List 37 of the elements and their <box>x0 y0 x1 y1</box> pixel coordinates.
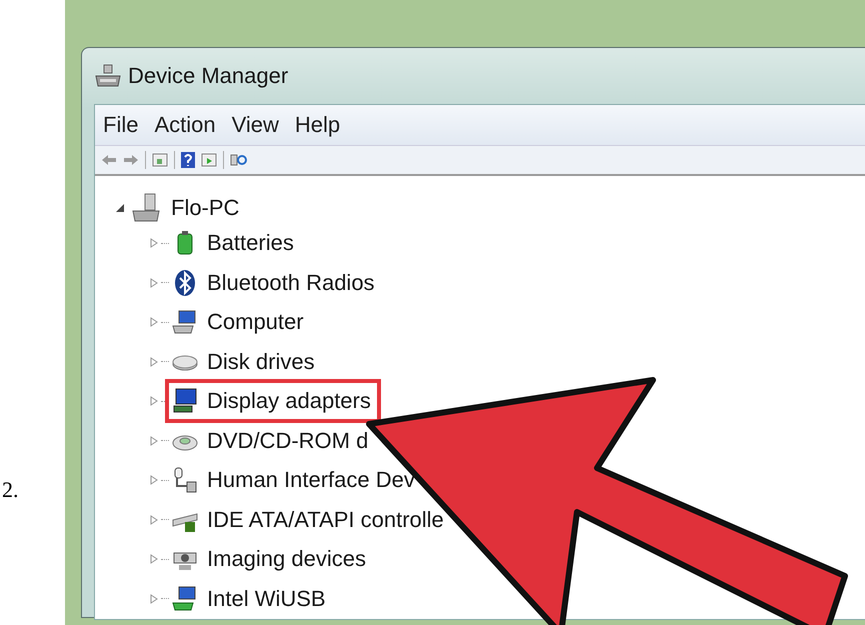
expand-toggle[interactable] <box>149 317 159 328</box>
scan-icon[interactable] <box>230 152 248 168</box>
display-icon <box>171 387 199 416</box>
back-icon[interactable] <box>101 154 117 166</box>
help-icon[interactable] <box>181 152 195 168</box>
expand-toggle[interactable] <box>149 475 159 486</box>
computer-icon <box>131 192 161 223</box>
menu-item[interactable]: File <box>103 112 138 138</box>
expand-toggle[interactable] <box>149 436 159 446</box>
expand-toggle[interactable] <box>149 278 159 288</box>
expand-toggle[interactable] <box>149 238 159 248</box>
step-number: 2. <box>2 477 18 503</box>
tree-item[interactable]: DVD/CD-ROM d <box>207 428 368 454</box>
expand-toggle[interactable] <box>149 356 159 367</box>
expand-toggle[interactable] <box>149 554 159 564</box>
tree-item[interactable]: Flo-PC <box>171 194 240 221</box>
tree-item[interactable]: Batteries <box>207 230 294 256</box>
panel-icon[interactable] <box>152 153 168 167</box>
window-title: Device Manager <box>128 63 288 89</box>
tree-item[interactable]: Human Interface Dev <box>207 467 415 494</box>
panel-icon[interactable] <box>201 153 217 167</box>
tree-item[interactable]: Computer <box>207 309 304 336</box>
tree-item[interactable]: Disk drives <box>207 348 315 375</box>
forward-icon[interactable] <box>123 154 139 166</box>
tree-item[interactable]: Display adapters <box>207 388 371 414</box>
expand-toggle[interactable] <box>149 396 159 406</box>
tree-item[interactable]: Imaging devices <box>207 546 366 572</box>
expand-toggle[interactable] <box>115 202 125 213</box>
tree-item[interactable]: IDE ATA/ATAPI controlle <box>207 506 444 533</box>
tree-item[interactable]: Bluetooth Radios <box>207 270 375 296</box>
expand-toggle[interactable] <box>149 594 159 604</box>
tree-item[interactable]: Intel WiUSB <box>207 586 326 612</box>
menu-item[interactable]: Help <box>294 112 340 138</box>
menu-item[interactable]: Action <box>154 112 216 138</box>
expand-toggle[interactable] <box>149 514 159 525</box>
menu-item[interactable]: View <box>232 112 279 138</box>
device-manager-icon <box>94 64 122 88</box>
